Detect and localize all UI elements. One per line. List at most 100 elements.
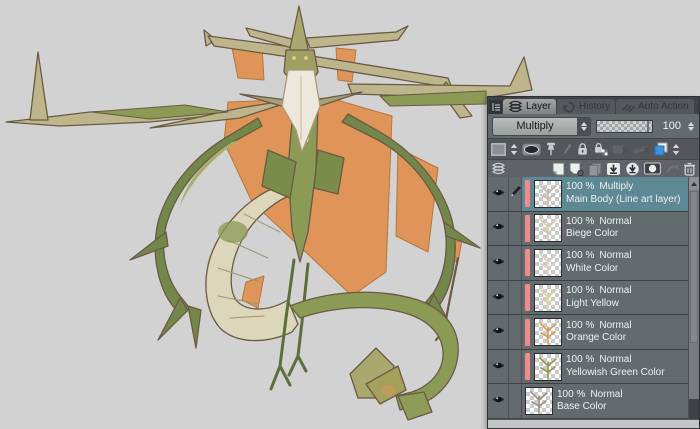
eye-icon (491, 289, 506, 307)
layer-name: Orange Color (566, 332, 685, 345)
layer-opacity: 100 % (566, 320, 594, 331)
pin-icon[interactable] (545, 142, 557, 156)
visibility-toggle[interactable] (488, 384, 509, 418)
layer-color-icon[interactable] (654, 142, 668, 156)
reference-layer-icon (633, 143, 650, 156)
layer-row[interactable]: 100 %NormalOrange Color (488, 315, 699, 350)
tab-layer[interactable]: Layer (503, 99, 556, 114)
new-layer-settings-icon[interactable] (569, 162, 584, 176)
layers-stack-icon (508, 100, 523, 113)
layer-opacity-mode: 100 %Normal (566, 320, 685, 333)
layer-opacity-mode: 100 %Normal (566, 216, 685, 229)
layer-thumbnail[interactable] (534, 318, 562, 346)
layer-color-spinner[interactable] (672, 143, 680, 156)
panel-menu-button[interactable] (489, 100, 502, 114)
layer-blend-mode: Normal (599, 285, 631, 296)
eye-icon (491, 358, 506, 376)
visibility-toggle[interactable] (488, 246, 509, 280)
layer-color-mark (525, 353, 530, 380)
editing-indicator (509, 384, 522, 418)
panel-tab-bar: Layer History Auto Action (488, 97, 699, 114)
layer-name: Light Yellow (566, 298, 685, 311)
paper-texture-swatch[interactable] (491, 143, 506, 156)
layer-color-mark (525, 180, 530, 207)
panel-menu-icon (491, 102, 501, 112)
auto-action-icon (621, 101, 635, 112)
opacity-slider[interactable] (596, 120, 653, 133)
texture-spinner[interactable] (510, 143, 518, 156)
layer-thumbnail[interactable] (534, 180, 562, 208)
layer-row-content[interactable]: 100 %MultiplyMain Body (Line art layer) (522, 177, 699, 211)
layer-name: Biege Color (566, 228, 685, 241)
layer-row-content[interactable]: 100 %NormalWhite Color (522, 246, 699, 280)
history-icon (562, 101, 576, 113)
tab-history[interactable]: History (557, 99, 615, 114)
layer-meta: 100 %NormalBiege Color (566, 216, 685, 241)
layer-opacity: 100 % (557, 389, 585, 400)
layer-row-content[interactable]: 100 %NormalBase Color (522, 384, 699, 418)
layer-thumbnail[interactable] (525, 387, 553, 415)
tab-auto-action[interactable]: Auto Action (616, 99, 694, 114)
layer-thumbnail[interactable] (534, 284, 562, 312)
new-raster-layer-icon[interactable] (552, 162, 565, 176)
pen-icon (509, 185, 522, 203)
layer-thumbnail[interactable] (534, 353, 562, 381)
visibility-toggle[interactable] (488, 315, 509, 349)
layer-row-content[interactable]: 100 %NormalLight Yellow (522, 281, 699, 315)
tab-label: History (579, 101, 610, 112)
layer-commands-toolbar (488, 160, 699, 177)
scrollbar-thumb[interactable] (690, 191, 698, 343)
tone-icon[interactable] (522, 143, 541, 156)
layer-meta: 100 %NormalBase Color (557, 389, 685, 414)
layer-blend-mode: Normal (599, 250, 631, 261)
duplicate-layer-icon (588, 162, 602, 176)
draft-pen-icon (561, 143, 572, 156)
layer-row[interactable]: 100 %MultiplyMain Body (Line art layer) (488, 177, 699, 212)
layers-stack-icon[interactable] (491, 162, 506, 175)
lock-layer-icon[interactable] (576, 142, 589, 156)
layer-row[interactable]: 100 %NormalLight Yellow (488, 281, 699, 316)
blend-mode-value: Multiply (493, 120, 577, 132)
layer-opacity: 100 % (566, 354, 594, 365)
blend-mode-spinner[interactable] (577, 118, 590, 135)
layer-mask-icon[interactable] (644, 162, 661, 175)
blend-mode-select[interactable]: Multiply (492, 117, 591, 136)
layer-row-content[interactable]: 100 %NormalYellowish Green Color (522, 350, 699, 384)
editing-indicator (509, 350, 522, 384)
layer-row[interactable]: 100 %NormalYellowish Green Color (488, 350, 699, 385)
editing-indicator (509, 281, 522, 315)
layer-color-mark (525, 215, 530, 242)
apply-mask-icon (665, 162, 679, 175)
transfer-down-icon[interactable] (606, 162, 621, 176)
layer-blend-mode: Normal (599, 216, 631, 227)
lock-transparent-pixels-icon[interactable] (593, 142, 608, 156)
layer-color-mark (525, 249, 530, 276)
opacity-spinner[interactable] (686, 122, 695, 131)
visibility-toggle[interactable] (488, 281, 509, 315)
scroll-up-icon[interactable] (689, 177, 699, 190)
clip-below-icon (612, 143, 629, 156)
layer-color-mark (525, 319, 530, 346)
trash-icon[interactable] (683, 162, 696, 176)
layer-row-content[interactable]: 100 %NormalBiege Color (522, 212, 699, 246)
opacity-value: 100 (658, 120, 681, 132)
editing-indicator (509, 315, 522, 349)
layer-row[interactable]: 100 %NormalWhite Color (488, 246, 699, 281)
visibility-toggle[interactable] (488, 212, 509, 246)
layer-row[interactable]: 100 %NormalBase Color (488, 384, 699, 419)
scroll-down-button[interactable] (689, 399, 699, 419)
layer-thumbnail[interactable] (534, 214, 562, 242)
layer-opacity-mode: 100 %Normal (566, 250, 685, 263)
layer-row[interactable]: 100 %NormalBiege Color (488, 212, 699, 247)
visibility-toggle[interactable] (488, 177, 509, 211)
layer-list-scrollbar[interactable] (688, 177, 699, 419)
eye-icon (491, 392, 506, 410)
layer-opacity-mode: 100 %Normal (557, 389, 685, 402)
layer-meta: 100 %MultiplyMain Body (Line art layer) (566, 181, 685, 206)
merge-down-icon[interactable] (625, 162, 640, 176)
layer-row-content[interactable]: 100 %NormalOrange Color (522, 315, 699, 349)
layer-thumbnail[interactable] (534, 249, 562, 277)
eye-icon (491, 323, 506, 341)
visibility-toggle[interactable] (488, 350, 509, 384)
layer-opacity-mode: 100 %Multiply (566, 181, 685, 194)
